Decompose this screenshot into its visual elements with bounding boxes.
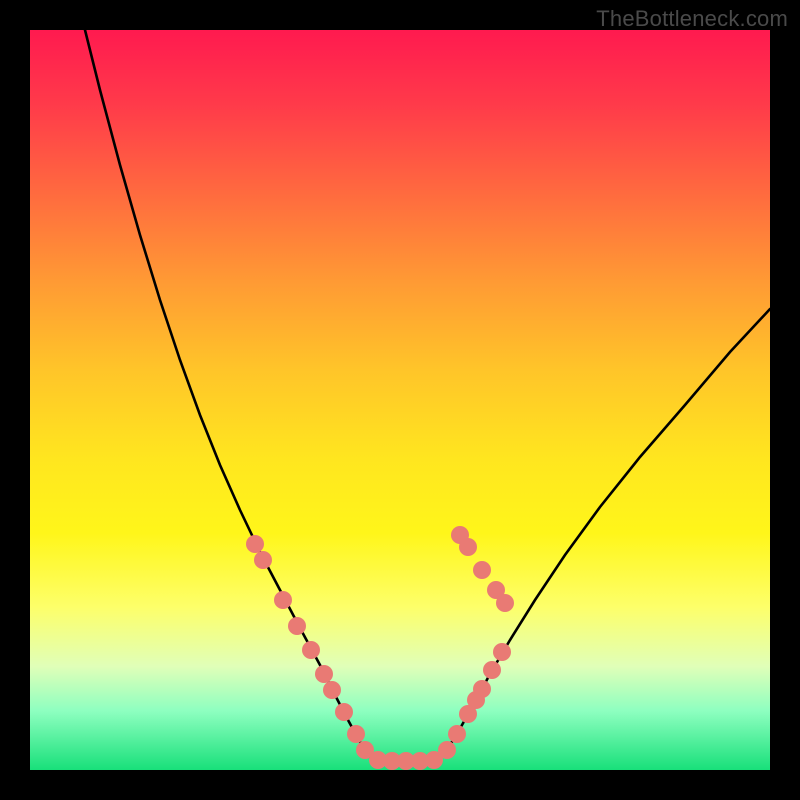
data-marker (438, 741, 456, 759)
data-marker (448, 725, 466, 743)
data-marker (315, 665, 333, 683)
data-marker (459, 538, 477, 556)
data-marker (335, 703, 353, 721)
data-marker (288, 617, 306, 635)
data-marker (493, 643, 511, 661)
chart-plot-area (30, 30, 770, 770)
data-marker (323, 681, 341, 699)
data-marker (274, 591, 292, 609)
chart-svg (30, 30, 770, 770)
data-marker (254, 551, 272, 569)
data-marker (347, 725, 365, 743)
data-marker (496, 594, 514, 612)
data-marker (246, 535, 264, 553)
chart-frame: TheBottleneck.com (0, 0, 800, 800)
watermark-text: TheBottleneck.com (596, 6, 788, 32)
bottleneck-curve (85, 30, 770, 761)
data-marker (473, 561, 491, 579)
data-marker (473, 680, 491, 698)
data-marker (483, 661, 501, 679)
data-marker (302, 641, 320, 659)
data-markers (246, 526, 514, 770)
